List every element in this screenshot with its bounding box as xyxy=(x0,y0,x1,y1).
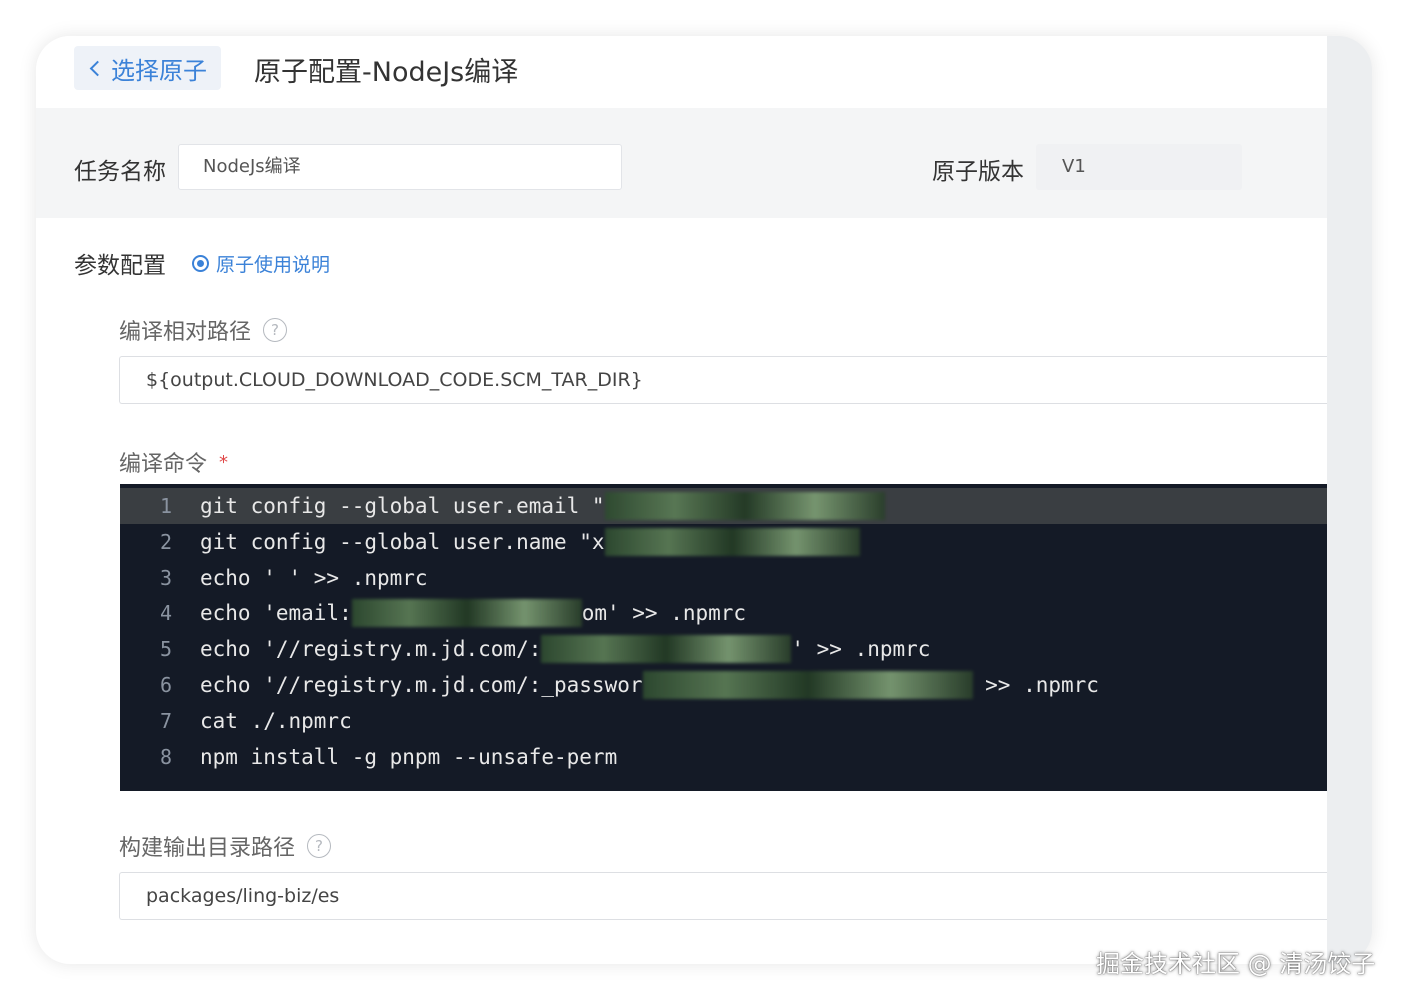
code-text-tail: om' >> .npmrc xyxy=(581,601,747,625)
relative-path-label: 编译相对路径 xyxy=(119,320,252,345)
required-mark: * xyxy=(219,451,229,473)
code-text: git config --global user.name "x xyxy=(200,530,605,554)
window-edge xyxy=(1327,36,1372,964)
version-field: V1 xyxy=(1036,144,1242,190)
code-line: 4 echo 'email: om' >> .npmrc xyxy=(120,595,1327,631)
code-text: git config --global user.email " xyxy=(200,494,605,518)
line-number: 8 xyxy=(159,745,172,769)
code-text: echo '//registry.m.jd.com/: xyxy=(200,637,542,661)
code-editor[interactable]: 1 git config --global user.email " 2 git… xyxy=(120,484,1327,791)
header: 选择原子 原子配置-NodeJs编译 xyxy=(36,36,1327,108)
code-text-tail: ' >> .npmrc xyxy=(791,637,931,661)
code-line: 5 echo '//registry.m.jd.com/: ' >> .npmr… xyxy=(120,631,1327,667)
code-text: npm install -g pnpm --unsafe-perm xyxy=(200,745,618,769)
code-text: cat ./.npmrc xyxy=(200,709,352,733)
command-field-label: 编译命令 * xyxy=(119,446,228,478)
help-link-label: 原子使用说明 xyxy=(216,254,331,276)
code-line: 7 cat ./.npmrc xyxy=(120,703,1327,739)
redacted-block xyxy=(604,492,885,520)
version-label: 原子版本 xyxy=(932,159,1024,185)
line-number: 2 xyxy=(159,530,172,554)
back-button[interactable]: 选择原子 xyxy=(74,46,221,90)
command-label: 编译命令 xyxy=(119,452,208,477)
code-text-tail: >> .npmrc xyxy=(972,673,1099,697)
relative-path-input[interactable]: ${output.CLOUD_DOWNLOAD_CODE.SCM_TAR_DIR… xyxy=(119,356,1327,404)
task-name-label: 任务名称 xyxy=(74,159,166,185)
line-number: 6 xyxy=(159,673,172,697)
code-line: 1 git config --global user.email " xyxy=(120,488,1327,524)
output-dir-field-label: 构建输出目录路径 ? xyxy=(119,830,332,862)
chevron-left-icon xyxy=(89,60,106,76)
question-circle-icon[interactable]: ? xyxy=(307,834,332,858)
code-line: 3 echo ' ' >> .npmrc xyxy=(120,560,1327,596)
code-text: echo ' ' >> .npmrc xyxy=(200,566,428,590)
code-text: echo '//registry.m.jd.com/:_passwor xyxy=(200,673,643,697)
code-text: echo 'email: xyxy=(200,601,352,625)
back-button-label: 选择原子 xyxy=(111,56,207,85)
config-panel: 选择原子 原子配置-NodeJs编译 任务名称 NodeJs编译 原子版本 V1… xyxy=(36,36,1327,964)
app-window: 选择原子 原子配置-NodeJs编译 任务名称 NodeJs编译 原子版本 V1… xyxy=(36,36,1372,964)
watermark: 掘金技术社区 @ 清汤饺子 xyxy=(1096,950,1376,978)
code-line: 2 git config --global user.name "x xyxy=(120,524,1327,560)
output-dir-input[interactable]: packages/ling-biz/es xyxy=(119,872,1327,920)
redacted-block xyxy=(604,528,860,556)
params-section-title: 参数配置 xyxy=(74,253,166,279)
redacted-block xyxy=(541,635,792,663)
question-circle-icon[interactable]: ? xyxy=(263,318,288,342)
line-number: 5 xyxy=(159,637,172,661)
relative-path-field-label: 编译相对路径 ? xyxy=(119,314,288,346)
task-row: 任务名称 NodeJs编译 原子版本 V1 xyxy=(36,108,1327,218)
line-number: 1 xyxy=(159,494,172,518)
line-number: 4 xyxy=(159,601,172,625)
redacted-block xyxy=(642,671,973,699)
redacted-block xyxy=(351,599,582,627)
line-number: 3 xyxy=(159,566,172,590)
line-number: 7 xyxy=(159,709,172,733)
help-link[interactable]: 原子使用说明 xyxy=(192,250,330,277)
code-line: 8 npm install -g pnpm --unsafe-perm xyxy=(120,739,1327,775)
output-dir-label: 构建输出目录路径 xyxy=(119,836,296,861)
task-name-input[interactable]: NodeJs编译 xyxy=(178,144,622,190)
page-title: 原子配置-NodeJs编译 xyxy=(254,57,519,88)
code-line: 6 echo '//registry.m.jd.com/:_passwor >>… xyxy=(120,667,1327,703)
circle-dot-icon xyxy=(192,255,209,272)
